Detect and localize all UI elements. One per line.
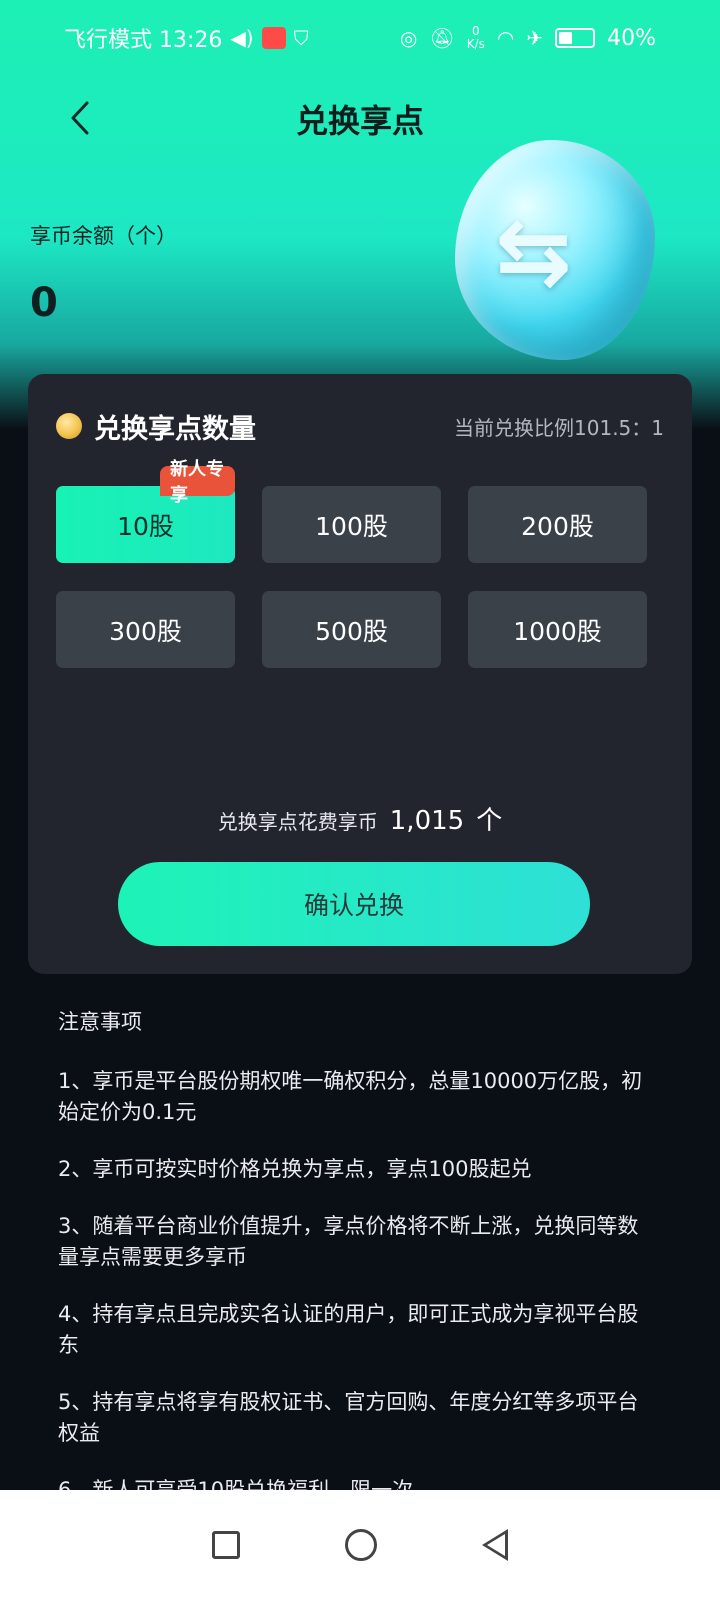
amount-option-label: 300股 [109, 616, 182, 646]
amount-option-label: 1000股 [513, 616, 602, 646]
amount-option-label: 200股 [521, 511, 594, 541]
cost-value: 1,015 [389, 806, 465, 836]
balance-label: 享币余额（个） [30, 224, 177, 248]
amount-option[interactable]: 1000股 [468, 591, 647, 668]
amount-option-label: 10股 [117, 511, 174, 541]
note-item: 2、享币可按实时价格兑换为享点，享点100股起兑 [58, 1157, 532, 1181]
amount-option[interactable]: 200股 [468, 486, 647, 563]
status-right: ◎ 🔕︎ 0 K/s ◠ ✈ 40% [400, 25, 656, 51]
exchange-ratio: 当前兑换比例101.5：1 [454, 415, 664, 440]
status-bar: 飞行模式 13:26 ◀) ⛉ ◎ 🔕︎ 0 K/s ◠ ✈ 40% [0, 18, 720, 58]
battery-icon [555, 28, 596, 48]
system-nav-bar [0, 1490, 720, 1600]
amount-option[interactable]: 500股 [262, 591, 441, 668]
card-title: 兑换享点数量 [94, 413, 256, 445]
network-speed: 0 K/s [467, 25, 485, 51]
exchange-card: 兑换享点数量 当前兑换比例101.5：1 10股 新人专享 100股 200股 300股… [28, 374, 692, 974]
amount-option[interactable]: 300股 [56, 591, 235, 668]
home-button[interactable] [344, 1529, 377, 1561]
amount-option[interactable]: 100股 [262, 486, 441, 563]
recent-apps-button[interactable] [212, 1531, 241, 1559]
nav-back-button[interactable] [481, 1529, 508, 1561]
balance-value: 0 [30, 280, 58, 326]
amount-option-label: 100股 [315, 511, 388, 541]
status-time: 飞行模式 13:26 [64, 28, 223, 53]
cost-unit: 个 [476, 806, 503, 836]
coin-icon [56, 413, 82, 439]
cost-label: 兑换享点花费享币 [217, 810, 378, 834]
note-item: 1、享币是平台股份期权唯一确权积分，总量10000万亿股，初始定价为0.1元 [58, 1069, 643, 1124]
notes-list: 1、享币是平台股份期权唯一确权积分，总量10000万亿股，初始定价为0.1元 2、… [58, 1066, 658, 1506]
hd-signal-icon: ◎ [399, 26, 418, 50]
volume-icon: ◀) [230, 26, 254, 50]
amount-options: 10股 新人专享 100股 200股 300股 500股 1000股 [56, 459, 648, 668]
new-user-tag: 新人专享 [160, 459, 235, 506]
card-title-row: 兑换享点数量 当前兑换比例101.5：1 [56, 406, 664, 446]
exchange-bubble-illustration: ⇆ [455, 140, 655, 360]
amount-option[interactable]: 10股 新人专享 [56, 459, 235, 563]
battery-fill [559, 32, 572, 44]
note-item: 5、持有享点将享有股权证书、官方回购、年度分红等多项平台权益 [58, 1390, 639, 1445]
confirm-exchange-button[interactable]: 确认兑换 [118, 862, 590, 946]
battery-percent: 40% [607, 25, 656, 51]
notes-title: 注意事项 [58, 1010, 142, 1034]
wifi-icon: ◠ [496, 26, 515, 50]
page-title: 兑换享点 [295, 102, 424, 140]
network-speed-unit: K/s [466, 37, 485, 51]
amount-option-label: 500股 [315, 616, 388, 646]
page-header: 兑换享点 [0, 88, 720, 148]
shopping-app-icon [261, 27, 286, 49]
note-item: 3、随着平台商业价值提升，享点价格将不断上涨，兑换同等数量享点需要更多享币 [58, 1214, 639, 1269]
swap-arrows-icon: ⇆ [495, 198, 573, 305]
notes-section: 注意事项 1、享币是平台股份期权唯一确权积分，总量10000万亿股，初始定价为0… [58, 1006, 658, 1532]
status-left: 飞行模式 13:26 ◀) ⛉ [64, 22, 309, 54]
cost-row: 兑换享点花费享币 1,015 个 [28, 800, 692, 837]
note-item: 4、持有享点且完成实名认证的用户，即可正式成为享视平台股东 [58, 1302, 639, 1357]
shield-check-icon: ⛉ [293, 26, 309, 50]
bell-off-icon: 🔕︎ [429, 26, 455, 50]
airplane-icon: ✈ [526, 26, 544, 50]
